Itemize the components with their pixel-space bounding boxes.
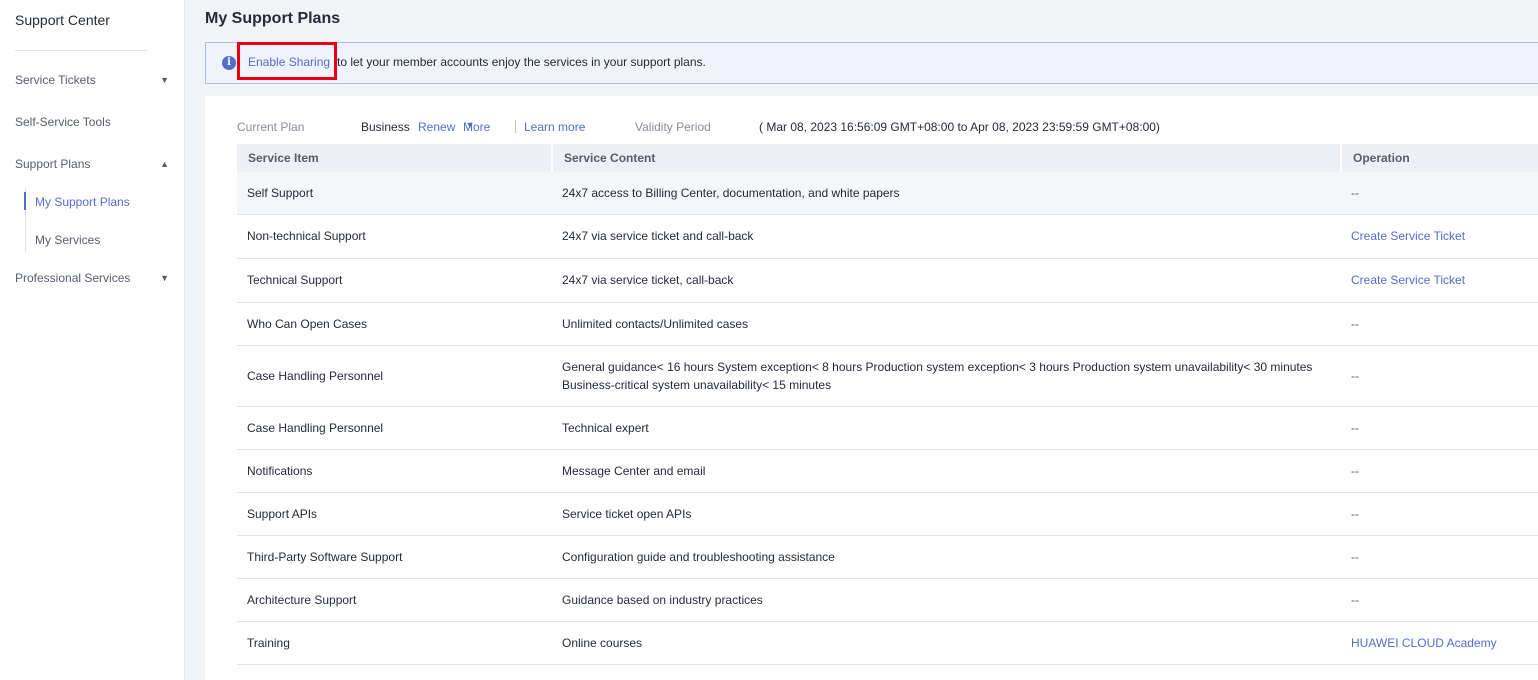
- service-item-cell: Notifications: [237, 449, 552, 493]
- service-content-cell: Unlimited contacts/Unlimited cases: [552, 302, 1341, 346]
- table-row: Training Online courses HUAWEI CLOUD Aca…: [237, 621, 1538, 665]
- column-header: Service Content: [552, 144, 1342, 172]
- operation-cell: --: [1341, 302, 1538, 346]
- service-content-cell: 24x7 via service ticket and call-back: [552, 214, 1341, 259]
- sidebar-title: Support Center: [15, 12, 110, 28]
- sidebar-item-self-service-tools[interactable]: Self-Service Tools: [15, 112, 175, 132]
- info-banner: i Enable Sharing to let your member acco…: [205, 42, 1538, 84]
- sidebar-item-label: Support Plans: [15, 157, 91, 171]
- operation-cell: --: [1341, 172, 1538, 215]
- operation-cell: --: [1341, 406, 1538, 450]
- operation-cell: --: [1341, 449, 1538, 493]
- table-header-row: Service Item Service Content Operation: [237, 144, 1538, 172]
- chevron-down-icon: ▼: [463, 120, 475, 130]
- service-item-cell: Non-technical Support: [237, 214, 552, 259]
- column-header: Operation: [1341, 144, 1538, 172]
- table-row: Who Can Open Cases Unlimited contacts/Un…: [237, 302, 1538, 346]
- chevron-down-icon: ▼: [160, 273, 169, 283]
- page-title: My Support Plans: [205, 10, 341, 27]
- info-icon: i: [222, 56, 236, 70]
- service-item-cell: Architecture Support: [237, 578, 552, 622]
- service-item-cell: Case Handling Personnel: [237, 345, 552, 407]
- learn-more-link[interactable]: Learn more: [524, 120, 585, 134]
- chevron-down-icon: ▼: [160, 75, 169, 85]
- huawei-cloud-academy-link[interactable]: HUAWEI CLOUD Academy: [1341, 621, 1538, 665]
- support-plan-card: Current Plan Business Renew More ▼ Learn…: [205, 96, 1538, 680]
- sidebar-item-label: Self-Service Tools: [15, 115, 111, 129]
- service-table: Service Item Service Content Operation S…: [237, 144, 1538, 665]
- sidebar-item-my-services[interactable]: My Services: [35, 230, 100, 250]
- service-content-cell: Technical expert: [552, 406, 1341, 450]
- service-item-cell: Self Support: [237, 172, 552, 215]
- service-content-cell: Guidance based on industry practices: [552, 578, 1341, 622]
- table-row: Third-Party Software Support Configurati…: [237, 535, 1538, 579]
- operation-cell: --: [1341, 535, 1538, 579]
- highlight-box: [237, 42, 337, 80]
- operation-cell: --: [1341, 345, 1538, 407]
- service-content-cell: Configuration guide and troubleshooting …: [552, 535, 1341, 579]
- sidebar-item-my-support-plans[interactable]: My Support Plans: [35, 192, 130, 212]
- validity-value: ( Mar 08, 2023 16:56:09 GMT+08:00 to Apr…: [759, 120, 1160, 134]
- renew-link[interactable]: Renew: [418, 120, 455, 134]
- service-content-cell: 24x7 via service ticket, call-back: [552, 258, 1341, 303]
- service-content-cell: Online courses: [552, 621, 1341, 665]
- current-plan-label: Current Plan: [237, 120, 305, 134]
- active-indicator: [24, 192, 26, 210]
- sidebar-item-professional-services[interactable]: Professional Services ▼: [15, 268, 175, 288]
- sidebar-divider: [15, 50, 147, 51]
- divider: [515, 120, 516, 133]
- service-item-cell: Training: [237, 621, 552, 665]
- service-content-cell: Service ticket open APIs: [552, 492, 1341, 536]
- service-content-cell: Message Center and email: [552, 449, 1341, 493]
- service-item-cell: Support APIs: [237, 492, 552, 536]
- service-content-cell: General guidance< 16 hours System except…: [552, 345, 1341, 407]
- table-row: Case Handling Personnel Technical expert…: [237, 406, 1538, 450]
- service-item-cell: Third-Party Software Support: [237, 535, 552, 579]
- sidebar-item-label: Service Tickets: [15, 73, 96, 87]
- chevron-up-icon: ▲: [160, 159, 169, 169]
- service-item-cell: Case Handling Personnel: [237, 406, 552, 450]
- table-row: Non-technical Support 24x7 via service t…: [237, 214, 1538, 259]
- operation-cell: --: [1341, 578, 1538, 622]
- table-row: Technical Support 24x7 via service ticke…: [237, 258, 1538, 303]
- create-service-ticket-link[interactable]: Create Service Ticket: [1341, 258, 1538, 303]
- create-service-ticket-link[interactable]: Create Service Ticket: [1341, 214, 1538, 259]
- table-row: Notifications Message Center and email -…: [237, 449, 1538, 493]
- sidebar-item-service-tickets[interactable]: Service Tickets ▼: [15, 70, 175, 90]
- plan-name: Business: [361, 120, 410, 134]
- table-row: Architecture Support Guidance based on i…: [237, 578, 1538, 622]
- service-item-cell: Technical Support: [237, 258, 552, 303]
- banner-text: to let your member accounts enjoy the se…: [337, 55, 706, 69]
- validity-label: Validity Period: [635, 120, 711, 134]
- table-row: Self Support 24x7 access to Billing Cent…: [237, 172, 1538, 215]
- operation-cell: --: [1341, 492, 1538, 536]
- service-item-cell: Who Can Open Cases: [237, 302, 552, 346]
- sidebar-item-label: Professional Services: [15, 271, 131, 285]
- table-row: Support APIs Service ticket open APIs --: [237, 492, 1538, 536]
- service-content-cell: 24x7 access to Billing Center, documenta…: [552, 172, 1341, 215]
- sidebar: Support Center Service Tickets ▼ Self-Se…: [0, 0, 185, 680]
- sidebar-item-support-plans[interactable]: Support Plans ▲: [15, 154, 175, 174]
- column-header: Service Item: [237, 144, 553, 172]
- table-row: Case Handling Personnel General guidance…: [237, 345, 1538, 407]
